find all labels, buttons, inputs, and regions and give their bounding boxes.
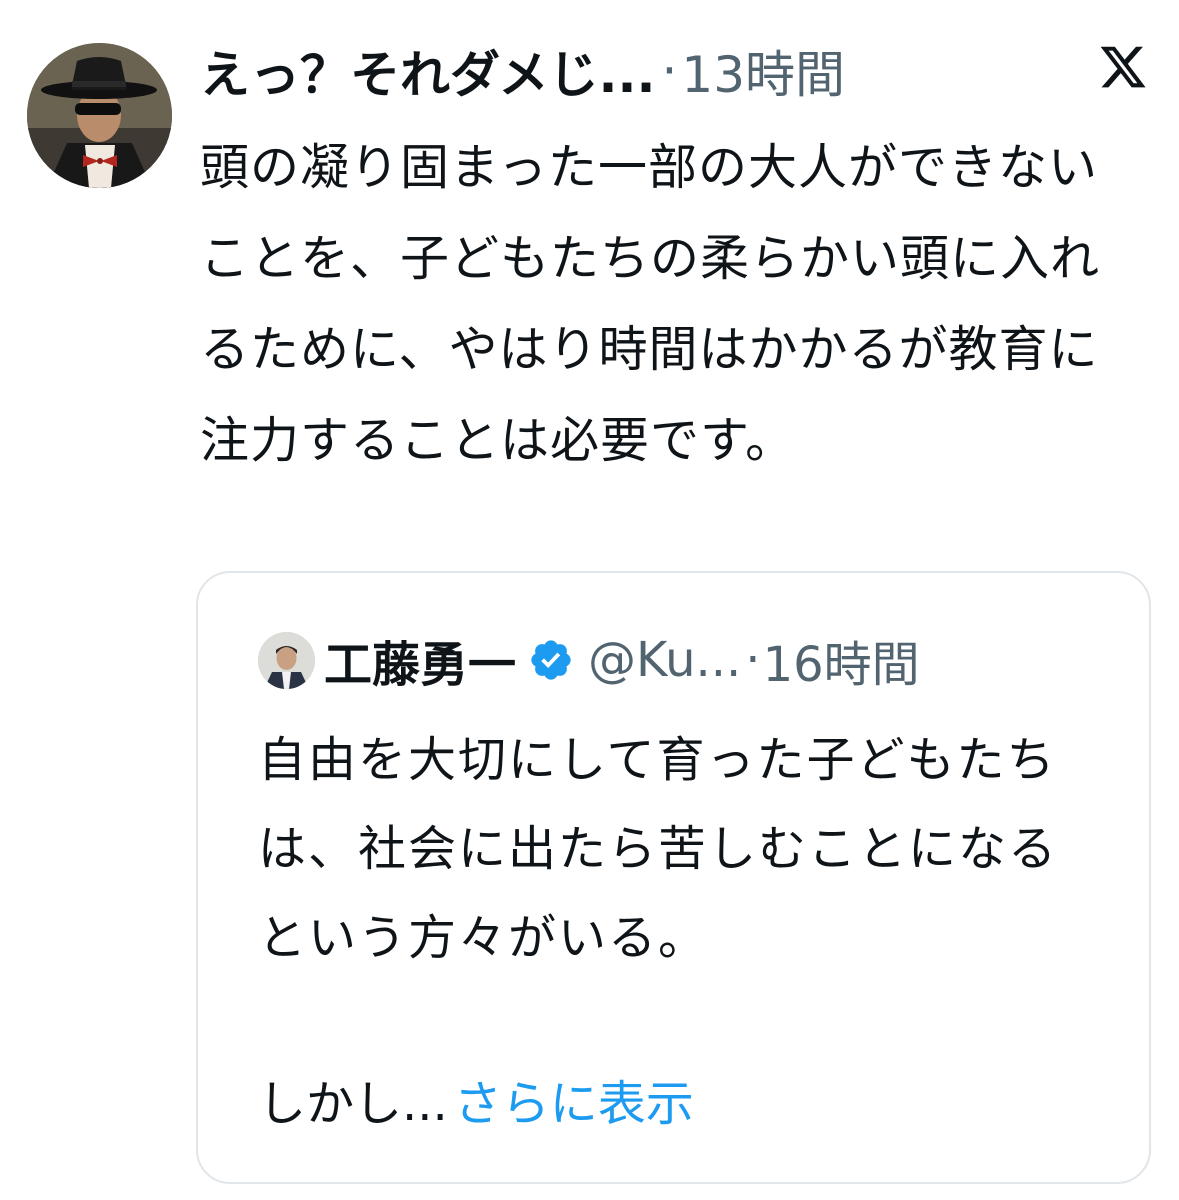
x-logo-icon[interactable]	[1098, 42, 1148, 92]
user-avatar[interactable]	[27, 43, 172, 188]
quoted-tweet-header: 工藤勇一 @Ku... · 16時間	[258, 625, 1138, 695]
tweet-text: 頭の凝り固まった一部の大人ができないことを、子どもたちの柔らかい頭に入れるために…	[200, 139, 1101, 469]
separator-dot: ·	[661, 42, 678, 100]
show-more-link[interactable]: さらに表示	[454, 1076, 694, 1132]
quoted-display-name[interactable]: 工藤勇一	[324, 625, 516, 695]
quoted-tweet-text: 自由を大切にして育った子どもたちは、社会に出たら苦しむことになるという方々がいる…	[258, 732, 1059, 966]
separator-dot: ·	[745, 632, 761, 688]
quoted-tweet-last-line: しかし... さらに表示	[258, 1060, 694, 1149]
verified-badge-icon	[528, 637, 574, 683]
quoted-timestamp[interactable]: 16時間	[763, 625, 920, 695]
timestamp[interactable]: 13時間	[681, 35, 845, 107]
quoted-tweet-card[interactable]: 工藤勇一 @Ku... · 16時間 自由を大切にして育った子どもたちは、社会に…	[196, 571, 1151, 1184]
tweet-header: えっ？それダメじ... · 13時間	[200, 36, 1160, 106]
display-name[interactable]: えっ？それダメじ...	[200, 35, 655, 107]
truncated-text: しかし...	[258, 1076, 448, 1132]
quoted-handle[interactable]: @Ku...	[588, 632, 741, 688]
quoted-user-avatar[interactable]	[258, 631, 315, 689]
